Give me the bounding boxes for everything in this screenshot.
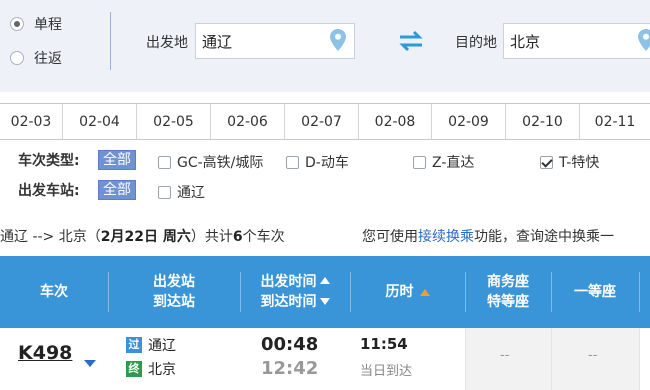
results-table-header: 车次 出发站 到达站 出发时间 到达时间 历时 商务座 特等座 一等座 xyxy=(0,256,650,328)
train-type-all-button[interactable]: 全部 xyxy=(98,150,136,170)
location-pin-icon[interactable] xyxy=(330,29,346,51)
route-count-suffix: 个车次 xyxy=(242,229,285,245)
col-train-label: 车次 xyxy=(40,284,68,300)
trip-type-round-trip[interactable]: 往返 xyxy=(10,48,62,68)
train-code-link[interactable]: K498 xyxy=(18,342,72,364)
date-tab[interactable]: 02-03 xyxy=(0,104,63,139)
station-filter: 出发车站: 全部 xyxy=(18,180,148,200)
one-way-label: 单程 xyxy=(34,17,62,33)
train-type-label: 车次类型: xyxy=(18,153,80,169)
filter-gc-label: GC-高铁/城际 xyxy=(177,155,264,171)
round-trip-radio[interactable] xyxy=(10,51,24,65)
checkbox-checked[interactable] xyxy=(540,155,553,169)
depart-time: 00:48 xyxy=(261,334,319,355)
station-all-button[interactable]: 全部 xyxy=(98,180,136,200)
route-summary: 通辽 --> 北京（2月22日 周六）共计6个车次 xyxy=(0,226,285,246)
duration: 11:54 xyxy=(360,335,408,353)
divider xyxy=(551,328,552,390)
date-tab[interactable]: 02-05 xyxy=(137,104,211,139)
sort-up-icon[interactable] xyxy=(319,277,330,284)
checkbox[interactable] xyxy=(158,185,171,199)
from-value: 通辽 xyxy=(202,33,233,51)
pass-station-badge: 过 xyxy=(126,337,142,353)
station-label: 出发车站: xyxy=(18,183,80,199)
location-pin-icon[interactable] xyxy=(638,29,650,51)
business-seat-value: -- xyxy=(500,348,510,363)
train-count: 6 xyxy=(232,229,243,245)
col-stations: 出发站 到达站 xyxy=(108,256,240,328)
date-tab[interactable]: 02-08 xyxy=(359,104,432,139)
transfer-after: 功能，查询途中换乘一 xyxy=(474,229,614,245)
col-first-class-label: 一等座 xyxy=(574,284,616,300)
station-option-label: 通辽 xyxy=(177,185,205,201)
train-type-filter: 车次类型: 全部 xyxy=(18,150,148,170)
sort-arrive-time[interactable]: 到达时间 xyxy=(261,292,330,312)
date-tab[interactable]: 02-07 xyxy=(285,104,359,139)
arrival-day: 当日到达 xyxy=(360,364,413,379)
divider xyxy=(465,328,466,390)
to-input[interactable]: 北京 xyxy=(503,23,650,59)
filter-gc[interactable]: GC-高铁/城际 xyxy=(158,152,263,172)
checkbox[interactable] xyxy=(413,155,426,169)
date-tab[interactable]: 02-09 xyxy=(432,104,506,139)
divider xyxy=(639,272,640,312)
col-arrive-time-label: 到达时间 xyxy=(260,294,317,310)
col-duration[interactable]: 历时 xyxy=(350,256,465,328)
divider xyxy=(110,12,111,70)
date-tab[interactable]: 02-04 xyxy=(63,104,137,139)
col-first-class: 一等座 xyxy=(551,256,639,328)
swap-icon[interactable] xyxy=(397,30,425,52)
filter-t-label: T-特快 xyxy=(559,155,600,171)
table-row[interactable]: K498 过 通辽 终 北京 00:48 12:42 11:54 当日到达 --… xyxy=(0,328,650,390)
arrive-time: 12:42 xyxy=(261,358,319,379)
filter-z-label: Z-直达 xyxy=(432,155,475,171)
first-class-value: -- xyxy=(588,348,598,363)
transfer-link[interactable]: 接续换乘 xyxy=(418,229,474,245)
filter-z[interactable]: Z-直达 xyxy=(413,152,474,172)
to-value: 北京 xyxy=(510,33,541,51)
filter-station-tongliao[interactable]: 通辽 xyxy=(158,182,205,202)
route-date: 2月22日 xyxy=(100,229,158,245)
col-duration-label: 历时 xyxy=(385,284,414,300)
route-prefix: 通辽 --> 北京（ xyxy=(0,229,101,245)
trip-type-one-way[interactable]: 单程 xyxy=(10,14,62,34)
filter-d[interactable]: D-动车 xyxy=(286,152,349,172)
round-trip-label: 往返 xyxy=(34,51,62,67)
arrive-station: 北京 xyxy=(148,362,176,378)
transfer-hint: 您可使用接续换乘功能，查询途中换乘一 xyxy=(362,226,614,246)
checkbox[interactable] xyxy=(158,155,171,169)
sort-up-icon[interactable] xyxy=(419,288,430,296)
chevron-down-icon[interactable] xyxy=(84,360,96,367)
col-arrive-station-label: 到达站 xyxy=(153,294,195,310)
from-label: 出发地 xyxy=(146,35,188,51)
filter-t[interactable]: T-特快 xyxy=(540,152,599,172)
col-depart-station-label: 出发站 xyxy=(153,274,195,290)
checkbox[interactable] xyxy=(286,155,299,169)
date-strip: 02-03 02-04 02-05 02-06 02-07 02-08 02-0… xyxy=(0,103,650,140)
filter-d-label: D-动车 xyxy=(305,155,349,171)
route-suffix: ）共计 xyxy=(190,229,233,245)
col-business-label: 商务座 xyxy=(487,274,529,290)
sort-depart-time[interactable]: 出发时间 xyxy=(261,272,330,292)
seat-cells-bg xyxy=(465,328,639,390)
col-special-label: 特等座 xyxy=(487,294,529,310)
sort-down-icon[interactable] xyxy=(319,298,330,305)
depart-station: 通辽 xyxy=(148,338,176,354)
date-tab[interactable]: 02-10 xyxy=(506,104,580,139)
search-panel: 单程 往返 出发地 通辽 目的地 北京 xyxy=(0,0,650,92)
one-way-radio[interactable] xyxy=(10,17,24,31)
col-times[interactable]: 出发时间 到达时间 xyxy=(240,256,350,328)
to-label: 目的地 xyxy=(455,35,497,51)
from-input[interactable]: 通辽 xyxy=(195,23,355,59)
col-train: 车次 xyxy=(0,256,108,328)
date-tab[interactable]: 02-11 xyxy=(580,104,650,139)
route-weekday: 周六 xyxy=(157,229,191,245)
terminal-station-badge: 终 xyxy=(126,361,142,377)
col-depart-time-label: 出发时间 xyxy=(260,274,317,290)
transfer-before: 您可使用 xyxy=(362,229,418,245)
col-business: 商务座 特等座 xyxy=(465,256,551,328)
divider xyxy=(639,328,640,390)
date-tab[interactable]: 02-06 xyxy=(211,104,285,139)
